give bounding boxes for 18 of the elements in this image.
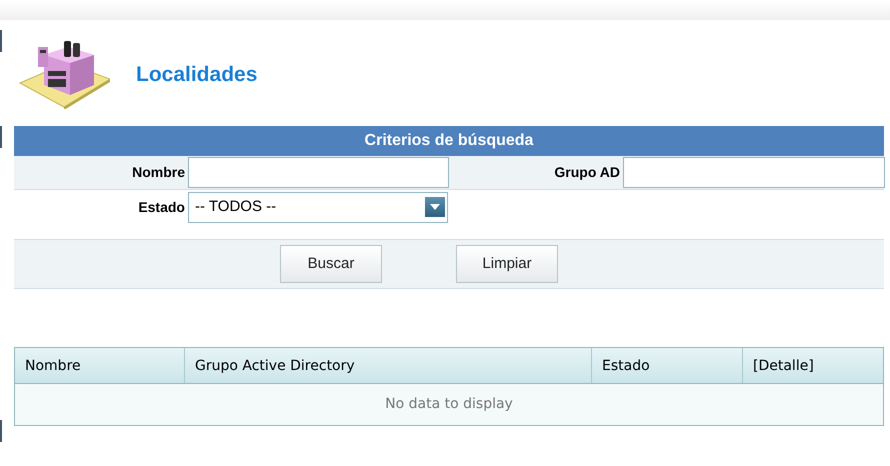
action-button[interactable]: Buscar [280, 245, 382, 283]
column-header[interactable]: [Detalle] [743, 348, 883, 383]
field-label: Grupo AD [553, 163, 621, 182]
column-header[interactable]: Nombre [15, 348, 185, 383]
text-field[interactable] [623, 157, 885, 188]
edge-mark [0, 126, 2, 148]
action-button[interactable]: Limpiar [456, 245, 558, 283]
edge-mark [0, 420, 2, 442]
panel-header: Criterios de búsqueda [14, 126, 884, 156]
field-label: Nombre [131, 163, 186, 182]
text-field[interactable] [188, 157, 449, 188]
column-header[interactable]: Grupo Active Directory [185, 348, 592, 383]
edge-mark [0, 30, 2, 52]
field-label: Estado [137, 198, 186, 216]
estado-dropdown[interactable]: -- TODOS -- [188, 192, 448, 222]
empty-message: No data to display [15, 384, 883, 425]
page-title: Localidades [136, 62, 258, 88]
column-header[interactable]: Estado [592, 348, 743, 383]
